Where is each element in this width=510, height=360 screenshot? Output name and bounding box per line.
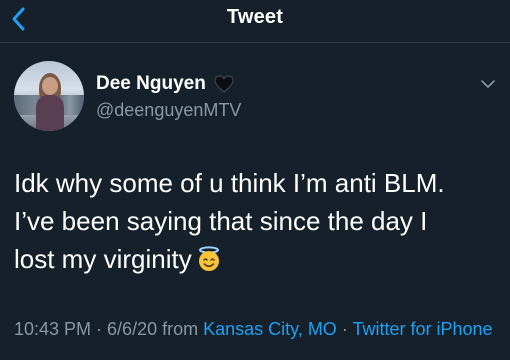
author-name-row[interactable]: Dee Nguyen: [96, 73, 234, 95]
tweet-line-3-text: lost my virginity: [14, 244, 192, 274]
avatar[interactable]: [14, 61, 84, 131]
tweet-line-1: Idk why some of u think I’m anti BLM.: [14, 168, 445, 198]
chevron-down-icon: [481, 80, 495, 88]
avatar-head: [42, 77, 58, 95]
smiling-face-with-halo-icon: [198, 246, 219, 271]
top-bar: Tweet: [0, 0, 510, 43]
tweet-text: Idk why some of u think I’m anti BLM. I’…: [14, 164, 499, 278]
tweet-metadata: 10:43 PM · 6/6/20 from Kansas City, MO ·…: [14, 316, 504, 342]
tweet-line-2: I’ve been saying that since the day I: [14, 206, 428, 236]
tweet-menu-button[interactable]: [478, 76, 498, 92]
meta-from: from: [157, 319, 204, 339]
tweet-location-link[interactable]: Kansas City, MO: [203, 319, 337, 339]
avatar-body: [36, 95, 64, 131]
author-name[interactable]: Dee Nguyen: [96, 73, 206, 95]
tweet-line-3: lost my virginity: [14, 240, 499, 278]
author-handle[interactable]: @deenguyenMTV: [96, 100, 241, 121]
tweet-date: 6/6/20: [107, 319, 158, 339]
tweet-time: 10:43 PM: [14, 319, 92, 339]
tweet-client-link[interactable]: Twitter for iPhone: [352, 319, 492, 339]
meta-separator: ·: [336, 319, 353, 339]
black-heart-icon: [214, 75, 234, 93]
meta-separator: ·: [91, 319, 108, 339]
page-title: Tweet: [226, 6, 284, 28]
